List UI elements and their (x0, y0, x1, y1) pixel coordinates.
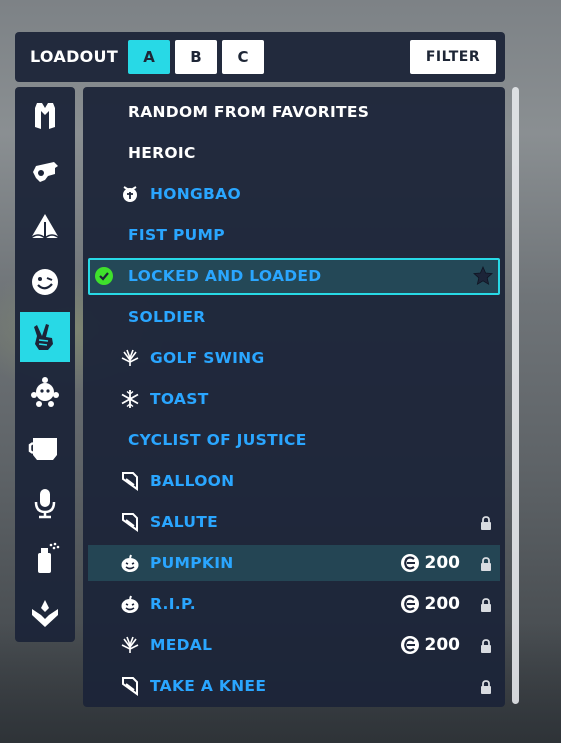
item-label: HONGBAO (150, 185, 241, 203)
category-victory-pose[interactable] (20, 312, 70, 362)
lock-icon (480, 638, 492, 653)
coin-icon (400, 554, 419, 572)
category-emote[interactable] (20, 257, 70, 307)
item-label: SOLDIER (128, 308, 206, 326)
coin-icon (400, 595, 419, 613)
loadout-header: LOADOUT A B C FILTER (15, 32, 505, 82)
item-label: SALUTE (150, 513, 219, 531)
season-badge-icon (120, 512, 140, 532)
loadout-tab-b[interactable]: B (175, 40, 217, 74)
item-label: GOLF SWING (150, 349, 265, 367)
summer-games-icon (120, 348, 140, 368)
item-label: HEROIC (128, 144, 196, 162)
list-item-cyclist-of-justice[interactable]: CYCLIST OF JUSTICE (88, 422, 500, 458)
item-label: TAKE A KNEE (150, 677, 267, 695)
list-item-heroic[interactable]: HEROIC (88, 135, 500, 171)
lunar-event-icon (120, 184, 140, 204)
category-sidebar (15, 87, 75, 642)
list-item-rip[interactable]: R.I.P. 200 (88, 586, 500, 622)
list-item-random-from-favorites[interactable]: RANDOM FROM FAVORITES (88, 94, 500, 130)
price-value: 200 (424, 635, 461, 655)
item-price: 200 (400, 545, 461, 581)
lock-icon (480, 556, 492, 571)
outfit-icon (35, 103, 55, 129)
category-outfit[interactable] (20, 91, 70, 141)
category-spray-can[interactable] (20, 533, 70, 583)
loadout-tab-c[interactable]: C (222, 40, 264, 74)
list-item-hongbao[interactable]: HONGBAO (88, 176, 500, 212)
item-label: FIST PUMP (128, 226, 225, 244)
item-label: BALLOON (150, 472, 235, 490)
lock-icon (480, 679, 492, 694)
spray-icon (30, 214, 60, 239)
item-price: 200 (400, 627, 461, 663)
spray-can-icon (38, 542, 60, 573)
category-mug[interactable] (20, 423, 70, 473)
category-highlight-intro[interactable] (20, 588, 70, 638)
halloween-icon (120, 594, 140, 614)
loadout-title: LOADOUT (30, 47, 119, 66)
list-item-salute[interactable]: SALUTE (88, 504, 500, 540)
list-item-golf-swing[interactable]: GOLF SWING (88, 340, 500, 376)
list-item-balloon[interactable]: BALLOON (88, 463, 500, 499)
item-label: CYCLIST OF JUSTICE (128, 431, 307, 449)
list-scrollbar[interactable] (512, 87, 519, 704)
category-weapon-charm[interactable] (20, 146, 70, 196)
list-item-fist-pump[interactable]: FIST PUMP (88, 217, 500, 253)
filter-button[interactable]: FILTER (410, 40, 496, 74)
mug-icon (28, 438, 57, 460)
list-item-take-a-knee[interactable]: TAKE A KNEE (88, 668, 500, 704)
victory-pose-icon (34, 324, 53, 350)
item-label: MEDAL (150, 636, 213, 654)
winter-event-icon (120, 389, 140, 409)
loadout-tab-a[interactable]: A (128, 40, 170, 74)
item-price: 200 (400, 586, 461, 622)
emote-face-icon (32, 269, 58, 295)
equipped-check-icon (95, 267, 113, 285)
list-item-medal[interactable]: MEDAL 200 (88, 627, 500, 663)
favorite-star-icon[interactable] (473, 266, 493, 286)
list-item-pumpkin[interactable]: PUMPKIN 200 (88, 545, 500, 581)
list-item-toast[interactable]: TOAST (88, 381, 500, 417)
souvenir-icon (31, 377, 59, 407)
item-label: LOCKED AND LOADED (128, 267, 322, 285)
category-voice-line[interactable] (20, 478, 70, 528)
item-list: RANDOM FROM FAVORITES HEROIC HONGBAO FIS… (83, 87, 505, 707)
lock-icon (480, 597, 492, 612)
item-label: PUMPKIN (150, 554, 234, 572)
price-value: 200 (424, 594, 461, 614)
category-souvenir[interactable] (20, 367, 70, 417)
coin-icon (400, 636, 419, 654)
season-badge-icon (120, 471, 140, 491)
highlight-intro-icon (32, 600, 58, 627)
list-item-soldier[interactable]: SOLDIER (88, 299, 500, 335)
lock-icon (480, 515, 492, 530)
summer-games-icon (120, 635, 140, 655)
item-label: R.I.P. (150, 595, 196, 613)
weapon-charm-icon (33, 162, 58, 182)
season-badge-icon (120, 676, 140, 696)
list-item-locked-and-loaded[interactable]: LOCKED AND LOADED (88, 258, 500, 295)
halloween-icon (120, 553, 140, 573)
price-value: 200 (424, 553, 461, 573)
item-label: TOAST (150, 390, 209, 408)
voice-line-icon (34, 489, 56, 519)
category-spray[interactable] (20, 202, 70, 252)
item-label: RANDOM FROM FAVORITES (128, 103, 370, 121)
